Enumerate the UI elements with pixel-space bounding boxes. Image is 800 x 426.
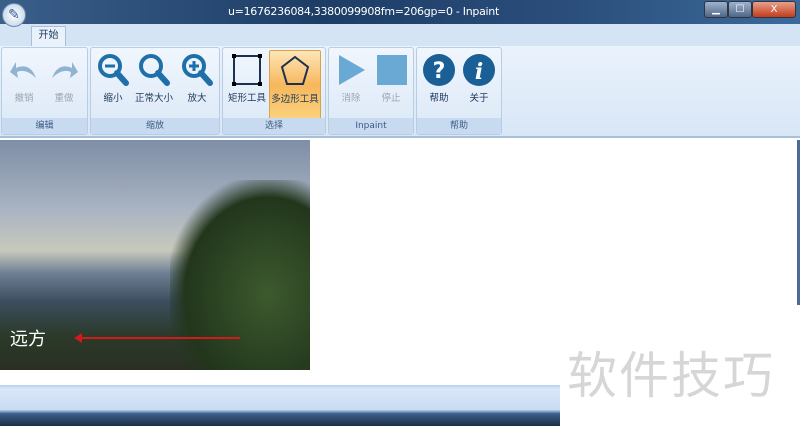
stop-button[interactable]: 停止 [371,50,411,118]
ribbon: 撤销 重做 编辑 缩小 正常大小 放大 缩放 矩形工具 多边形工具 选择 消除 [0,46,800,138]
redo-label: 重做 [54,93,74,104]
polygon-tool-button[interactable]: 多边形工具 [269,50,321,120]
polygon-icon [270,51,320,91]
about-label: 关于 [469,93,489,104]
title-bar: u=1676236084,3380099908fm=206gp=0 - Inpa… [0,0,800,24]
help-icon: ? [419,50,459,90]
svg-text:?: ? [433,59,446,84]
close-button[interactable]: X [752,1,796,18]
tab-start[interactable]: 开始 [31,26,66,46]
maximize-button[interactable]: ☐ [728,1,752,18]
rectangle-tool-label: 矩形工具 [227,93,266,104]
group-label: 编辑 [2,118,87,134]
zoom-normal-button[interactable]: 正常大小 [134,50,174,118]
zoom-out-icon [93,50,133,90]
red-arrow [74,333,240,343]
stop-icon [371,50,411,90]
group-label: 缩放 [91,118,219,134]
group-zoom: 缩小 正常大小 放大 缩放 [90,47,220,135]
undo-icon [4,50,44,90]
image-trees [170,180,310,370]
svg-text:i: i [475,59,483,85]
zoom-in-label: 放大 [187,93,207,104]
group-edit: 撤销 重做 编辑 [1,47,88,135]
ribbon-tabs: 开始 [0,24,800,46]
app-menu-icon[interactable]: ✎ [2,3,26,27]
erase-label: 消除 [341,93,361,104]
group-label: Inpaint [329,118,413,134]
group-inpaint: 消除 停止 Inpaint [328,47,414,135]
watermark: 软件技巧 [567,347,775,405]
minimize-button[interactable]: ▁ [704,1,728,18]
polygon-tool-label: 多边形工具 [271,94,319,105]
group-label: 帮助 [417,118,501,134]
zoom-normal-label: 正常大小 [134,93,173,104]
group-help: ? 帮助 i 关于 帮助 [416,47,502,135]
redo-button[interactable]: 重做 [44,50,84,118]
group-select: 矩形工具 多边形工具 选择 [222,47,326,135]
zoom-normal-icon [134,50,174,90]
rectangle-tool-button[interactable]: 矩形工具 [225,50,269,118]
info-icon: i [459,50,499,90]
image-logo: 远方 [10,329,46,350]
image-canvas[interactable]: 远方 [0,140,310,370]
help-button[interactable]: ? 帮助 [419,50,459,118]
group-label: 选择 [223,118,325,134]
undo-button[interactable]: 撤销 [4,50,44,118]
redo-icon [44,50,84,90]
window-title: u=1676236084,3380099908fm=206gp=0 - Inpa… [228,5,499,18]
zoom-in-icon [177,50,217,90]
zoom-out-button[interactable]: 缩小 [93,50,133,118]
zoom-in-button[interactable]: 放大 [177,50,217,118]
rectangle-icon [225,50,269,90]
stop-label: 停止 [381,93,401,104]
taskbar-fragment [0,385,560,426]
zoom-out-label: 缩小 [103,93,123,104]
help-label: 帮助 [429,93,449,104]
erase-button[interactable]: 消除 [331,50,371,118]
undo-label: 撤销 [14,93,34,104]
play-icon [331,50,371,90]
about-button[interactable]: i 关于 [459,50,499,118]
